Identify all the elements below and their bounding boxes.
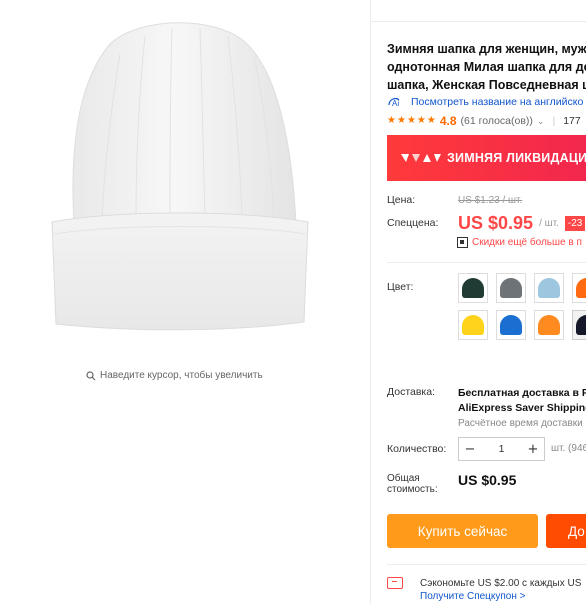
color-swatch-orange-2[interactable] (534, 310, 564, 340)
special-price-label: Спеццена: (387, 217, 439, 229)
rating-row: ★ ★ ★ ★ ★ 4.8 (61 голоса(ов)) ⌄ | 177 (387, 114, 581, 128)
shipping-eta: Расчётное время доставки (458, 418, 583, 429)
promo-text: ЗИМНЯЯ ЛИКВИДАЦИЯ (447, 151, 586, 165)
magnifier-icon (86, 370, 96, 380)
votes-link[interactable]: (61 голоса(ов)) (461, 115, 533, 127)
product-image[interactable] (40, 14, 320, 334)
shipping-line[interactable]: Бесплатная доставка в R (458, 386, 586, 401)
quantity-increase-button[interactable]: + (522, 438, 544, 460)
special-price-row: Спеццена: US $0.95 / шт. -23 (387, 208, 586, 238)
price-label: Цена: (387, 194, 416, 206)
color-label: Цвет: (387, 281, 414, 293)
qr-code-icon (457, 237, 468, 248)
star-icon: ★ (396, 115, 406, 126)
color-swatch-yellow[interactable] (458, 310, 488, 340)
total-price: US $0.95 (458, 472, 517, 488)
color-swatch-dark-green[interactable] (458, 273, 488, 303)
separator: | (552, 115, 556, 127)
title-line: Зимняя шапка для женщин, мужс (387, 42, 586, 56)
chevron-down-icon[interactable]: ⌄ (537, 116, 545, 127)
shipping-label: Доставка: (387, 386, 436, 398)
price-row: Цена: US $1.23 / шт. (387, 192, 586, 208)
star-icon: ★ (387, 115, 396, 126)
color-swatch-blue[interactable] (496, 310, 526, 340)
quantity-stepper: − + (458, 437, 545, 461)
product-title: Зимняя шапка для женщин, мужс однотонная… (387, 40, 586, 94)
total-label: Общая стоимость: (387, 473, 438, 495)
star-icon: ★ (416, 115, 426, 126)
coupon-icon (387, 577, 403, 589)
rating-value: 4.8 (439, 114, 457, 128)
translate-link[interactable]: Ai Посмотреть название на английско (387, 96, 583, 108)
zoom-hint-text: Наведите курсор, чтобы увеличить (100, 370, 263, 381)
divider (387, 262, 586, 263)
quantity-decrease-button[interactable]: − (459, 438, 481, 460)
color-swatches (458, 273, 586, 340)
shipping-info: Бесплатная доставка в R AliExpress Saver… (458, 386, 586, 431)
divider (387, 564, 586, 565)
special-price: US $0.95 (458, 212, 534, 233)
title-line: шапка, Женская Повседневная ш (387, 78, 586, 92)
swatch-hat-image (538, 315, 560, 335)
promo-logo-icon (401, 154, 441, 162)
translate-link-text: Посмотреть название на английско (411, 96, 584, 108)
per-unit: / шт. (539, 217, 559, 229)
add-to-cart-button[interactable]: До (546, 514, 586, 548)
coupon-promo-text: Скидки ещё больше в п (472, 237, 582, 248)
orders-count: 177 (563, 115, 581, 127)
quantity-available: шт. (946 (551, 443, 586, 454)
shipping-line[interactable]: AliExpress Saver Shipping (458, 401, 586, 416)
get-coupon-link[interactable]: Получите Спецкупон > (420, 590, 526, 603)
swatch-hat-image (576, 315, 586, 335)
discount-badge: -23 (564, 215, 586, 231)
savings-text: Сэкономьте US $2.00 с каждых US (420, 578, 582, 589)
total-label-line: Общая (387, 473, 420, 484)
promo-banner[interactable]: ЗИМНЯЯ ЛИКВИДАЦИЯ (387, 135, 586, 181)
price-block: Цена: US $1.23 / шт. Спеццена: US $0.95 … (387, 192, 586, 238)
color-swatch-navy[interactable] (572, 310, 586, 340)
product-gallery: Наведите курсор, чтобы увеличить (0, 0, 370, 604)
quantity-label: Количество: (387, 443, 447, 455)
star-icon: ★ (406, 115, 416, 126)
title-line: однотонная Милая шапка для дев (387, 60, 586, 74)
info-top-bar (371, 0, 586, 22)
quantity-input[interactable] (481, 438, 522, 460)
color-swatch-orange[interactable] (572, 273, 586, 303)
color-swatch-gray[interactable] (496, 273, 526, 303)
swatch-hat-image (500, 278, 522, 298)
zoom-hint: Наведите курсор, чтобы увеличить (86, 370, 263, 381)
swatch-hat-image (462, 278, 484, 298)
swatch-hat-image (538, 278, 560, 298)
swatch-hat-image (462, 315, 484, 335)
swatch-hat-image (500, 315, 522, 335)
color-swatch-light-blue[interactable] (534, 273, 564, 303)
star-icon: ★ (426, 115, 436, 126)
total-label-line: стоимость: (387, 484, 438, 495)
swatch-hat-image (576, 278, 586, 298)
product-info: Зимняя шапка для женщин, мужс однотонная… (371, 0, 586, 604)
buy-now-button[interactable]: Купить сейчас (387, 514, 538, 548)
coupon-promo-link[interactable]: Скидки ещё больше в п (457, 237, 582, 248)
old-price: US $1.23 / шт. (458, 194, 523, 206)
svg-text:Ai: Ai (392, 99, 399, 108)
beanie-image (51, 22, 309, 331)
translate-icon: Ai (388, 98, 400, 108)
rating-stars: ★ ★ ★ ★ ★ (387, 116, 436, 126)
